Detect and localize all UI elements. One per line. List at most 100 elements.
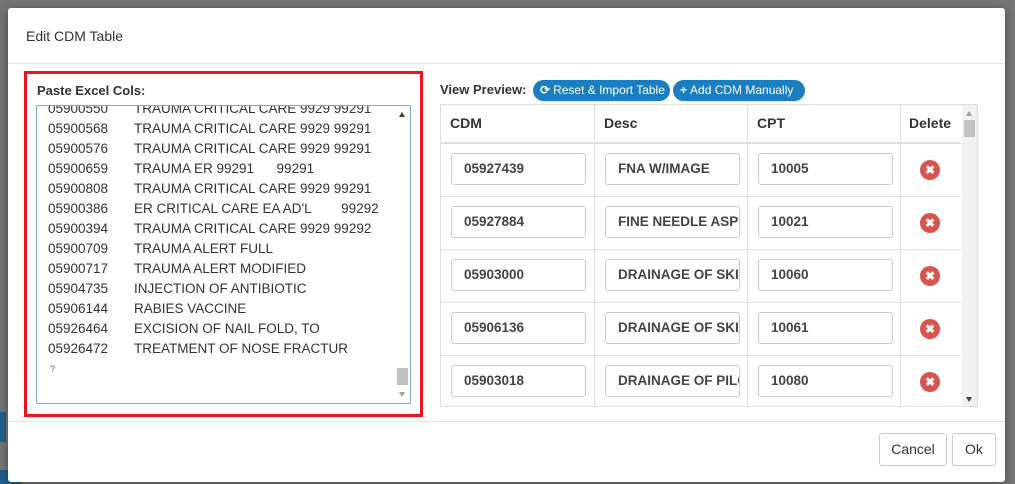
table-cell: 05927439 (441, 144, 595, 196)
paste-line-desc: TREATMENT OF NOSE FRACTUR (134, 341, 349, 356)
paste-lines: 05900550 TRAUMA CRITICAL CARE 9929 99291 0… (48, 105, 392, 379)
paste-line: 05900550 TRAUMA CRITICAL CARE 9929 99291 (48, 105, 392, 119)
cancel-button[interactable]: Cancel (879, 433, 947, 466)
plus-icon: + (680, 83, 688, 97)
table-row: 05927439 FNA W/IMAGE 10005 ✖ (441, 144, 961, 197)
paste-line: 05904735 INJECTION OF ANTIBIOTIC (48, 279, 392, 299)
cpt-input[interactable]: 10080 (758, 365, 893, 397)
cdm-input[interactable]: 05927884 (451, 206, 586, 238)
delete-row-icon[interactable]: ✖ (920, 319, 940, 339)
preview-label: View Preview: (440, 82, 527, 97)
cdm-input[interactable]: 05903018 (451, 365, 586, 397)
paste-line-cdm: 05900808 (48, 181, 109, 196)
desc-input[interactable]: FNA W/IMAGE (605, 153, 740, 185)
paste-line-desc: TRAUMA ALERT FULL (134, 241, 274, 256)
paste-line: 05900394 TRAUMA CRITICAL CARE 9929 99292 (48, 219, 392, 239)
paste-line-cdm: 05900659 (48, 161, 109, 176)
cdm-input[interactable]: 05927439 (451, 153, 586, 185)
table-cell: 10080 (748, 356, 901, 406)
table-cell: ✖ (901, 250, 961, 302)
paste-line-desc: TRAUMA ER 99291 99291 (134, 161, 315, 176)
table-cell: ✖ (901, 197, 961, 249)
table-cell: DRAINAGE OF SKIN ABSCESS (595, 250, 748, 302)
desc-input[interactable]: DRAINAGE OF SKIN ABSCESS (605, 259, 740, 291)
table-cell: 10060 (748, 250, 901, 302)
table-cell: 05903018 (441, 356, 595, 406)
paste-line-desc: INJECTION OF ANTIBIOTIC (134, 281, 307, 296)
scroll-up-arrow-icon[interactable] (966, 111, 972, 116)
paste-line: 05926464 EXCISION OF NAIL FOLD, TO (48, 319, 392, 339)
paste-line-cdm: 05900717 (48, 261, 109, 276)
cpt-input[interactable]: 10061 (758, 312, 893, 344)
edit-cdm-dialog: Edit CDM Table Paste Excel Cols: 0590055… (8, 8, 1005, 482)
paste-line-desc: ER CRITICAL CARE EA AD'L 99292 (134, 201, 379, 216)
dialog-header: Edit CDM Table (8, 8, 1005, 64)
table-cell: ✖ (901, 303, 961, 355)
textarea-scrollbar[interactable] (395, 106, 410, 403)
delete-row-icon[interactable]: ✖ (920, 372, 940, 392)
paste-line-cdm: 05906144 (48, 301, 109, 316)
paste-section: Paste Excel Cols: 05900550 TRAUMA CRITICA… (24, 71, 423, 417)
cdm-input[interactable]: 05903000 (451, 259, 586, 291)
table-row: 05927884 FINE NEEDLE ASPIRATION 10021 ✖ (441, 197, 961, 250)
reset-import-button[interactable]: ⟳ Reset & Import Table (533, 80, 670, 101)
add-cdm-button[interactable]: + Add CDM Manually (673, 80, 805, 101)
scroll-down-arrow-icon[interactable] (966, 397, 972, 402)
reset-import-label: Reset & Import Table (553, 83, 665, 97)
paste-line-cdm: 05900386 (48, 201, 109, 216)
table-scrollbar[interactable] (962, 105, 977, 406)
preview-table: CDM Desc CPT Delete 05927439 FNA W/IMAGE 1… (440, 104, 978, 407)
table-header: CDM Desc CPT Delete (441, 105, 961, 144)
table-cell: 05927884 (441, 197, 595, 249)
desc-input[interactable]: FINE NEEDLE ASPIRATION (605, 206, 740, 238)
table-cell: 10005 (748, 144, 901, 196)
delete-row-icon[interactable]: ✖ (920, 160, 940, 180)
table-cell: FNA W/IMAGE (595, 144, 748, 196)
paste-line-desc: TRAUMA CRITICAL CARE 9929 99291 (134, 141, 372, 156)
table-body: 05927439 FNA W/IMAGE 10005 ✖ 05927884 FINE NE… (441, 144, 961, 406)
backdrop-fragment (0, 412, 6, 442)
column-header-cpt: CPT (748, 105, 901, 142)
paste-line: 05900386 ER CRITICAL CARE EA AD'L 99292 (48, 199, 392, 219)
paste-line-cdm: 05900394 (48, 221, 109, 236)
paste-line: 05900717 TRAUMA ALERT MODIFIED (48, 259, 392, 279)
scroll-down-arrow-icon[interactable] (399, 392, 405, 397)
paste-line-cdm: 05926464 (48, 321, 109, 336)
cpt-input[interactable]: 10060 (758, 259, 893, 291)
scroll-up-arrow-icon[interactable] (399, 112, 405, 117)
paste-line: 05900576 TRAUMA CRITICAL CARE 9929 99291 (48, 139, 392, 159)
scroll-thumb[interactable] (964, 120, 975, 137)
paste-label: Paste Excel Cols: (37, 83, 146, 98)
paste-line-cdm: 05900568 (48, 121, 109, 136)
paste-line-desc: TRAUMA CRITICAL CARE 9929 99291 (134, 105, 372, 116)
paste-line-cdm: 05900576 (48, 141, 109, 156)
column-header-delete: Delete (909, 115, 952, 131)
delete-row-icon[interactable]: ✖ (920, 266, 940, 286)
desc-input[interactable]: DRAINAGE OF SKIN ABSCESS (605, 312, 740, 344)
table-cell: ✖ (901, 356, 961, 406)
paste-line-desc: TRAUMA CRITICAL CARE 9929 99291 (134, 121, 372, 136)
table-cell: DRAINAGE OF PILONIDAL CYST (595, 356, 748, 406)
paste-line-desc: TRAUMA ALERT MODIFIED (134, 261, 307, 276)
column-header-cdm: CDM (441, 105, 595, 142)
table-row: 05906136 DRAINAGE OF SKIN ABSCESS 10061 ✖ (441, 303, 961, 356)
ok-button[interactable]: Ok (952, 433, 996, 466)
paste-line-cdm: 05900709 (48, 241, 109, 256)
paste-textarea[interactable]: 05900550 TRAUMA CRITICAL CARE 9929 99291 0… (36, 105, 411, 404)
paste-line-cdm: 05900550 (48, 105, 109, 116)
table-row: 05903000 DRAINAGE OF SKIN ABSCESS 10060 ✖ (441, 250, 961, 303)
paste-line-desc: RABIES VACCINE (134, 301, 247, 316)
paste-line-desc: TRAUMA CRITICAL CARE 9929 99291 (134, 181, 372, 196)
table-cell: ✖ (901, 144, 961, 196)
paste-line: 05900709 TRAUMA ALERT FULL (48, 239, 392, 259)
desc-input[interactable]: DRAINAGE OF PILONIDAL CYST (605, 365, 740, 397)
cpt-input[interactable]: 10005 (758, 153, 893, 185)
cdm-input[interactable]: 05906136 (451, 312, 586, 344)
scroll-thumb[interactable] (397, 368, 408, 385)
unknown-char-glyph: ? (50, 364, 56, 374)
delete-row-icon[interactable]: ✖ (920, 213, 940, 233)
paste-line: 05926472 TREATMENT OF NOSE FRACTUR (48, 339, 392, 359)
cpt-input[interactable]: 10021 (758, 206, 893, 238)
column-header-desc: Desc (595, 105, 748, 142)
paste-line-desc: TRAUMA CRITICAL CARE 9929 99292 (134, 221, 372, 236)
